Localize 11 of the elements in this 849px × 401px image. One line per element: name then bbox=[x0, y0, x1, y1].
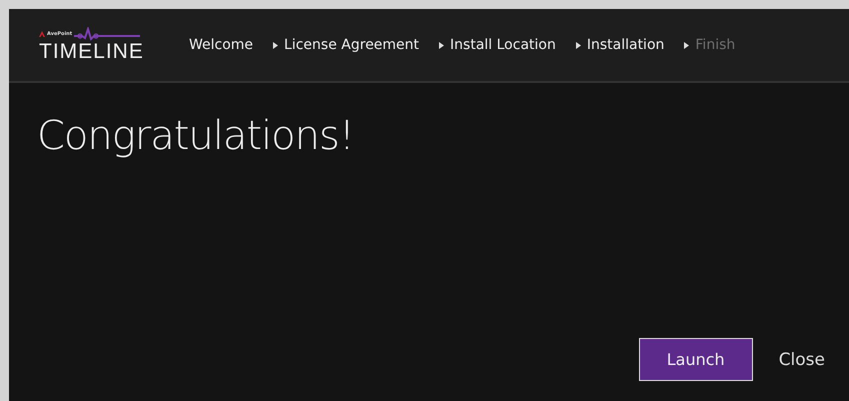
pulse-line-icon bbox=[74, 27, 140, 41]
step-label: Finish bbox=[695, 37, 736, 53]
launch-button[interactable]: Launch bbox=[638, 338, 753, 381]
close-button[interactable]: Close bbox=[778, 350, 825, 370]
step-label: Installation bbox=[586, 37, 664, 53]
heading: Congratulations! bbox=[37, 113, 355, 159]
logo-mark-icon bbox=[39, 31, 45, 37]
product-name: TIMELINE bbox=[39, 41, 145, 63]
step-label: Install Location bbox=[450, 37, 556, 53]
step-label: Welcome bbox=[189, 37, 254, 53]
step-label: License Agreement bbox=[284, 37, 420, 53]
